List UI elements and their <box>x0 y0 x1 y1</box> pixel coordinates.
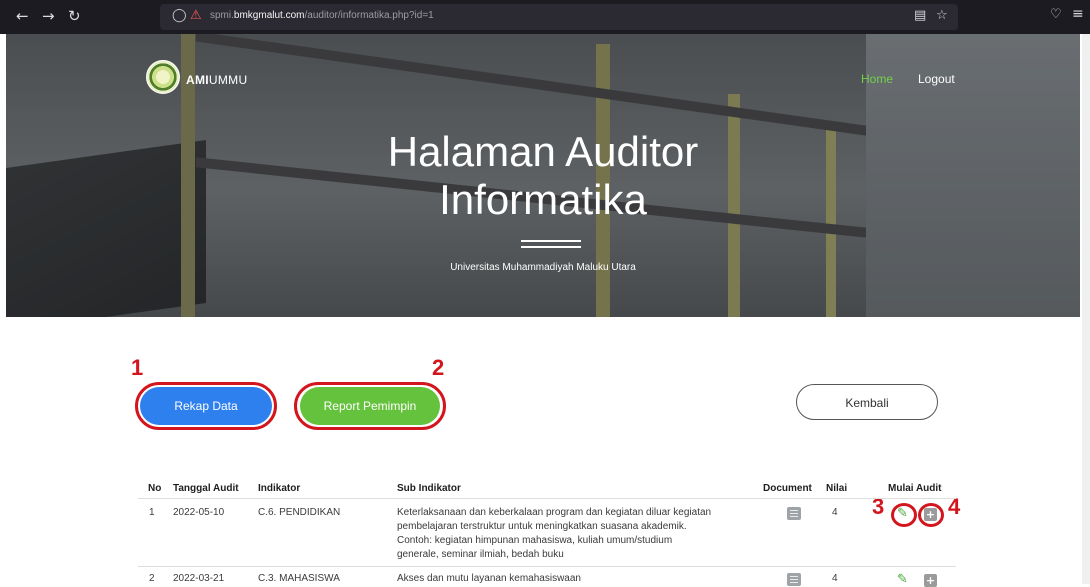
document-icon[interactable] <box>787 507 801 520</box>
reload-icon[interactable]: ↻ <box>68 7 81 25</box>
cell-nilai: 4 <box>832 507 838 518</box>
tracking-shield-icon[interactable]: ◯ <box>172 8 187 23</box>
hero-banner: AMIUMMU Home Logout Halaman Auditor Info… <box>6 34 1080 317</box>
annotation-ring-2 <box>294 382 446 430</box>
pocket-icon[interactable]: ♡ <box>1050 7 1062 22</box>
hamburger-menu-icon[interactable]: ≡ <box>1072 6 1084 22</box>
column-header-mulai-audit: Mulai Audit <box>888 483 942 494</box>
reader-view-icon[interactable]: ▤ <box>914 8 926 23</box>
kembali-button[interactable]: Kembali <box>796 384 938 420</box>
nav-home-link[interactable]: Home <box>861 72 893 86</box>
cell-sub-indikator-line: Keterlaksanaan dan keberkalaan program d… <box>397 507 712 518</box>
browser-toolbar: ← → ↻ ◯ ⚠ spmi.bmkgmalut.com/auditor/inf… <box>0 0 1090 34</box>
column-header-indikator: Indikator <box>258 483 301 494</box>
column-header-no: No <box>148 483 162 494</box>
column-header-sub-indikator: Sub Indikator <box>397 483 461 494</box>
header-divider <box>138 498 956 499</box>
cell-no: 1 <box>149 507 155 518</box>
page-title-line1: Halaman Auditor <box>387 128 699 175</box>
column-header-document: Document <box>763 483 812 494</box>
annotation-number-1: 1 <box>131 355 144 380</box>
arrow-right-icon[interactable]: → <box>42 7 55 25</box>
cell-tanggal: 2022-05-10 <box>173 507 225 518</box>
cell-sub-indikator-line: Contoh: kegiatan himpunan mahasiswa, kul… <box>397 535 673 546</box>
page-scrollbar[interactable] <box>1082 34 1090 584</box>
document-icon[interactable] <box>787 573 801 586</box>
column-header-tanggal: Tanggal Audit <box>173 483 239 494</box>
pencil-icon[interactable]: ✎ <box>897 572 908 587</box>
arrow-left-icon[interactable]: ← <box>16 7 29 25</box>
column-header-nilai: Nilai <box>826 483 848 494</box>
plus-icon[interactable]: + <box>924 574 937 587</box>
cell-sub-indikator-line: generale, seminar ilmiah, bedah buku <box>397 549 564 560</box>
url-text[interactable]: spmi.bmkgmalut.com/auditor/informatika.p… <box>210 10 434 21</box>
brand-name[interactable]: AMIUMMU <box>186 73 247 87</box>
annotation-ring-1 <box>135 382 277 430</box>
bookmark-star-icon[interactable]: ☆ <box>936 8 948 23</box>
row-divider <box>138 566 956 567</box>
cell-sub-indikator-line: pembelajaran terstruktur untuk meningkat… <box>397 521 687 532</box>
cell-indikator: C.6. PENDIDIKAN <box>258 507 341 518</box>
annotation-number-2: 2 <box>432 355 445 380</box>
pencil-icon[interactable]: ✎ <box>897 506 908 521</box>
plus-icon[interactable]: + <box>924 508 937 521</box>
title-divider <box>521 246 581 248</box>
address-bar[interactable]: ◯ ⚠ spmi.bmkgmalut.com/auditor/informati… <box>160 4 958 30</box>
nav-logout-link[interactable]: Logout <box>918 72 955 86</box>
title-divider <box>521 240 581 242</box>
ummu-logo[interactable] <box>146 60 180 94</box>
page-subtitle: Universitas Muhammadiyah Maluku Utara <box>450 262 636 273</box>
insecure-lock-icon[interactable]: ⚠ <box>190 8 202 23</box>
page-title-line2: Informatika <box>439 176 647 223</box>
